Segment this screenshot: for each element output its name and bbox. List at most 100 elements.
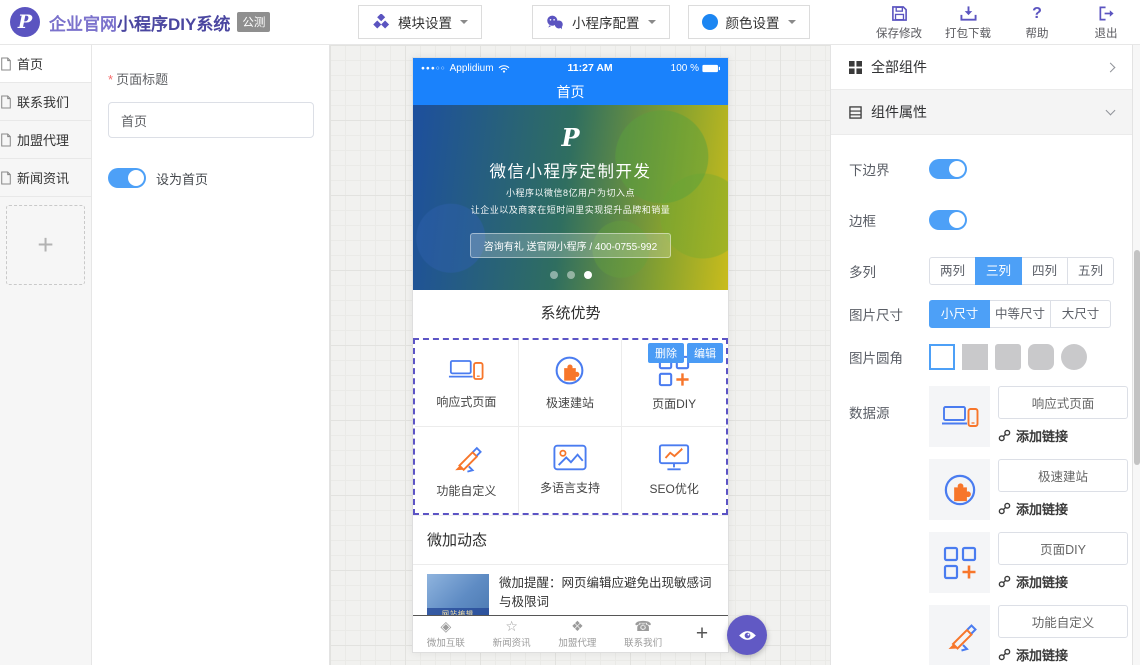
radius-swatch-medium[interactable] [1028, 344, 1054, 370]
columns-option-3[interactable]: 三列 [975, 257, 1022, 285]
component-action-badges: 删除 编辑 [648, 343, 723, 363]
page-item-home[interactable]: 首页 [0, 45, 91, 83]
add-link-button[interactable]: 添加链接 [998, 499, 1128, 518]
responsive-devices-icon [448, 356, 484, 385]
set-home-toggle[interactable] [108, 168, 146, 188]
puzzle-circle-icon [554, 355, 585, 386]
exit-button[interactable]: 退出 [1080, 4, 1132, 41]
app-root: P 企业官网 小程序DIY系统 公测 模块设置 小程序配置 颜色设置 [0, 0, 1140, 665]
section-title-news[interactable]: 微加动态 [413, 515, 728, 565]
datasource-title-input[interactable] [998, 532, 1128, 565]
tab-news[interactable]: ☆ 新闻资讯 [479, 616, 545, 652]
scrollbar[interactable] [1132, 45, 1140, 665]
menu-label: 颜色设置 [726, 12, 780, 32]
page-icon [0, 57, 12, 71]
battery-icon [702, 64, 720, 73]
datasource-list: 添加链接 添加链接 [929, 386, 1128, 665]
add-link-button[interactable]: 添加链接 [998, 572, 1128, 591]
radius-swatch-small[interactable] [995, 344, 1021, 370]
banner-cta-button[interactable]: 咨询有礼 送官网小程序 / 400-0755-992 [470, 233, 671, 258]
page-item-contact[interactable]: 联系我们 [0, 83, 91, 121]
grid-item-multilang[interactable]: 多语言支持 [519, 427, 623, 513]
pencil-icon [450, 442, 482, 474]
app-title-secondary: 小程序DIY系统 [117, 10, 230, 35]
action-label: 退出 [1095, 25, 1118, 41]
brand: P 企业官网 小程序DIY系统 公测 [10, 7, 270, 37]
link-icon [998, 648, 1011, 661]
carousel-dots [413, 271, 728, 279]
responsive-devices-icon [929, 386, 990, 447]
app-title-primary: 企业官网 [49, 10, 117, 35]
tab-add-button[interactable]: + [676, 616, 728, 652]
component-props-header[interactable]: 组件属性 [831, 90, 1132, 135]
tab-agent[interactable]: ❖ 加盟代理 [545, 616, 611, 652]
tab-weijia[interactable]: ◈ 微加互联 [413, 616, 479, 652]
all-components-label: 全部组件 [871, 57, 927, 77]
datasource-item: 添加链接 [929, 386, 1128, 447]
datasource-title-input[interactable] [998, 605, 1128, 638]
page-item-agent[interactable]: 加盟代理 [0, 121, 91, 159]
grid-item-seo[interactable]: SEO优化 [622, 427, 726, 513]
grid-item-label: 极速建站 [546, 394, 594, 411]
battery-label: 100 % [671, 63, 699, 74]
grid-item-fast-build[interactable]: 极速建站 [519, 340, 623, 427]
preview-button[interactable] [727, 615, 767, 655]
components-grid-icon [849, 61, 862, 74]
columns-segmented: 两列 三列 四列 五列 [929, 257, 1114, 285]
edit-badge[interactable]: 编辑 [687, 343, 723, 363]
banner-subtitle-2: 让企业以及商家在短时间里实现提升品牌和销量 [413, 203, 728, 216]
page-title-input[interactable] [108, 102, 314, 138]
image-radius-swatches [929, 344, 1087, 370]
grid-plus-icon [929, 532, 990, 593]
banner-slide[interactable]: P 微信小程序定制开发 小程序以微信8亿用户为切入点 让企业以及商家在短时间里实… [413, 105, 728, 290]
color-settings-menu[interactable]: 颜色设置 [688, 5, 810, 39]
download-icon [960, 4, 977, 23]
phone-icon: ☎ [634, 619, 651, 634]
datasource-item: 添加链接 [929, 532, 1128, 593]
columns-option-4[interactable]: 四列 [1021, 257, 1068, 285]
add-page-button[interactable]: + [6, 205, 85, 285]
wechat-icon [546, 15, 564, 30]
border-toggle[interactable] [929, 210, 967, 230]
columns-option-2[interactable]: 两列 [929, 257, 976, 285]
tab-contact[interactable]: ☎ 联系我们 [610, 616, 676, 652]
radius-swatch-square[interactable] [962, 344, 988, 370]
download-button[interactable]: 打包下载 [942, 4, 994, 41]
grid-item-label: 响应式页面 [436, 393, 496, 410]
module-settings-menu[interactable]: 模块设置 [358, 5, 482, 39]
top-header: P 企业官网 小程序DIY系统 公测 模块设置 小程序配置 颜色设置 [0, 0, 1140, 45]
save-button[interactable]: 保存修改 [873, 4, 925, 41]
grid-item-custom[interactable]: 功能自定义 [415, 427, 519, 513]
page-item-news[interactable]: 新闻资讯 [0, 159, 91, 197]
pencil-icon [929, 605, 990, 665]
scrollbar-thumb[interactable] [1134, 250, 1140, 465]
caret-down-icon [460, 20, 468, 28]
page-item-label: 新闻资讯 [17, 168, 69, 187]
section-title-advantages[interactable]: 系统优势 [413, 290, 728, 338]
grid-item-responsive[interactable]: 响应式页面 [415, 340, 519, 427]
wifi-icon [498, 64, 510, 73]
beta-badge: 公测 [237, 12, 270, 32]
all-components-header[interactable]: 全部组件 [831, 45, 1132, 90]
help-button[interactable]: ? 帮助 [1011, 4, 1063, 41]
columns-option-5[interactable]: 五列 [1067, 257, 1114, 285]
image-size-large[interactable]: 大尺寸 [1050, 300, 1111, 328]
radius-swatch-circle[interactable] [1061, 344, 1087, 370]
image-size-medium[interactable]: 中等尺寸 [989, 300, 1051, 328]
add-link-button[interactable]: 添加链接 [998, 426, 1128, 445]
page-icon [0, 171, 12, 185]
page-settings-panel: *页面标题 设为首页 [92, 45, 330, 665]
datasource-title-input[interactable] [998, 459, 1128, 492]
image-radius-label: 图片圆角 [849, 347, 929, 367]
columns-row: 多列 两列 三列 四列 五列 [849, 257, 1116, 285]
image-size-small[interactable]: 小尺寸 [929, 300, 990, 328]
bottom-border-toggle[interactable] [929, 159, 967, 179]
eye-icon [738, 629, 757, 642]
add-link-button[interactable]: 添加链接 [998, 645, 1128, 664]
datasource-title-input[interactable] [998, 386, 1128, 419]
radius-swatch-none-selected[interactable] [929, 344, 955, 370]
phone-tabbar: ◈ 微加互联 ☆ 新闻资讯 ❖ 加盟代理 ☎ 联系我们 + [413, 615, 728, 652]
miniprogram-config-menu[interactable]: 小程序配置 [532, 5, 670, 39]
selected-grid-component[interactable]: 删除 编辑 响应式页面 极速建站 页面DIY 功能自定义 [413, 338, 728, 515]
delete-badge[interactable]: 删除 [648, 343, 684, 363]
